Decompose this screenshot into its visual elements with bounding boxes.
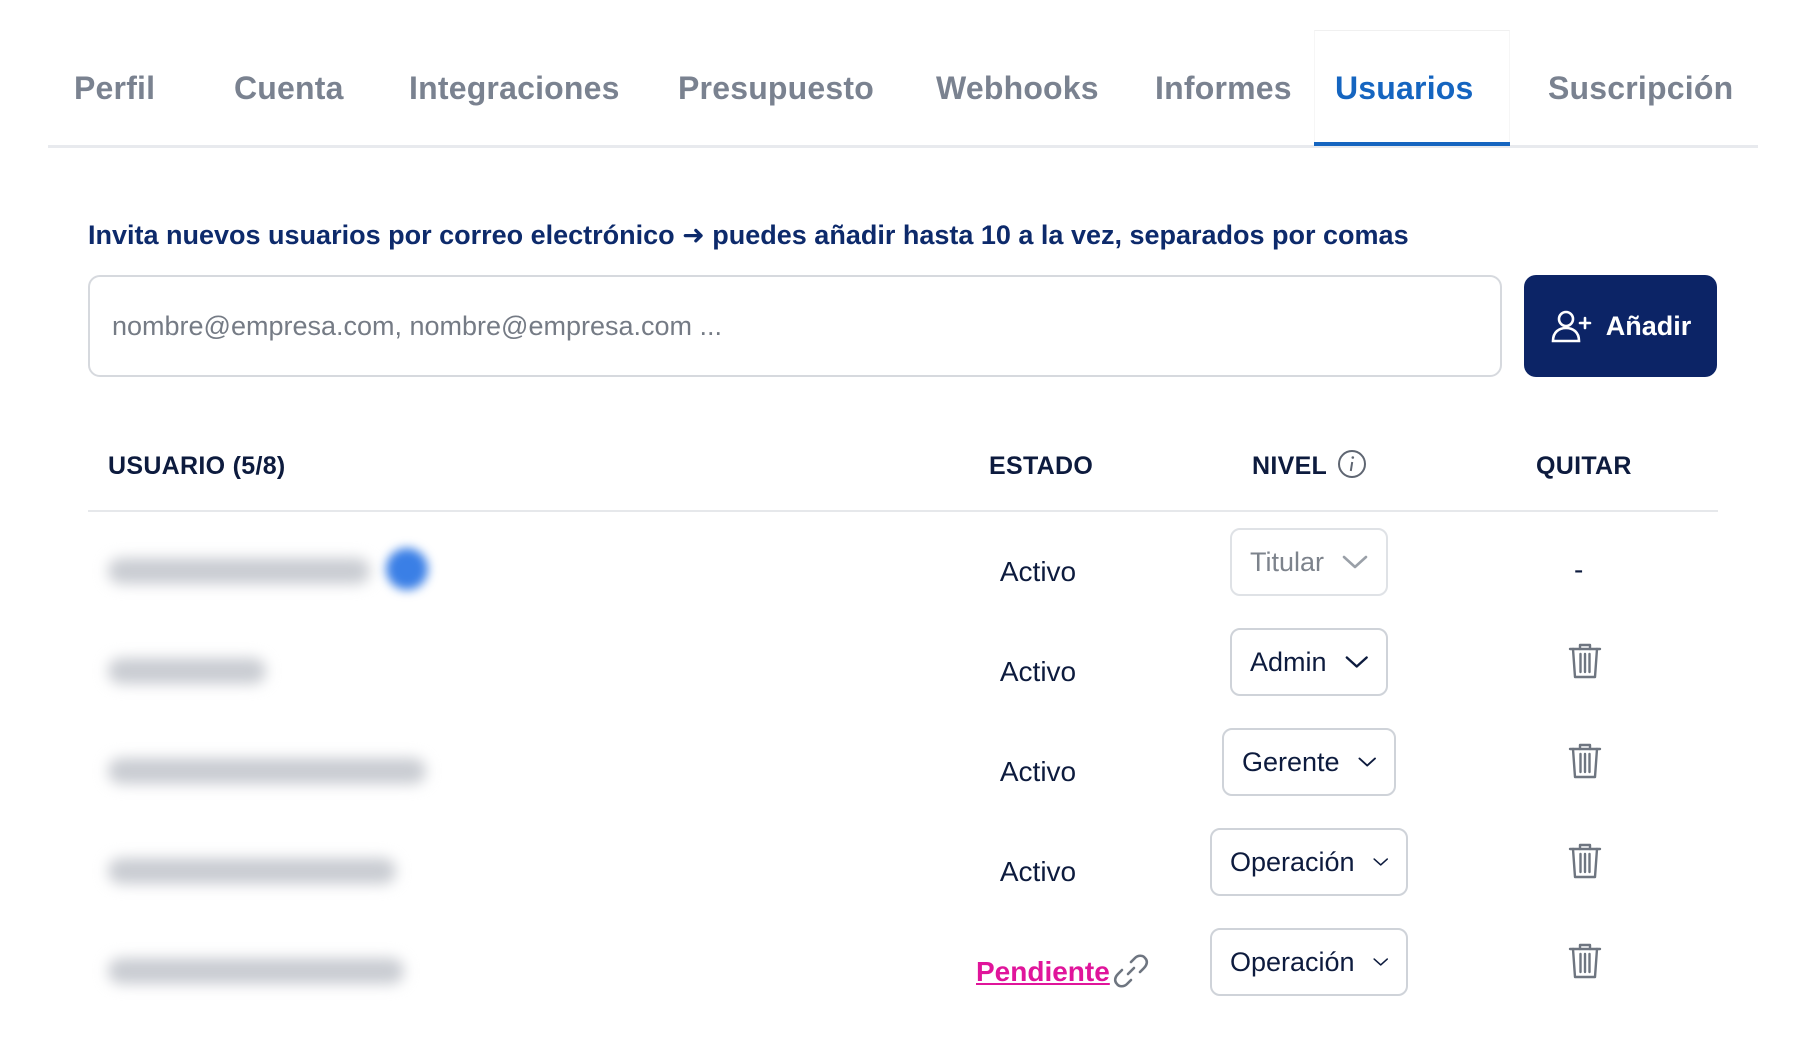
add-user-button[interactable]: Añadir bbox=[1524, 275, 1717, 377]
level-value: Operación bbox=[1230, 846, 1355, 877]
user-email-blurred bbox=[108, 658, 266, 684]
tab-usuarios[interactable]: Usuarios bbox=[1335, 70, 1474, 107]
chevron-down-icon bbox=[1345, 656, 1368, 668]
status-text: Activo bbox=[999, 556, 1077, 587]
level-value: Gerente bbox=[1242, 746, 1340, 777]
level-value: Titular bbox=[1250, 546, 1325, 577]
column-header-user: USUARIO (5/8) bbox=[108, 452, 286, 480]
user-plus-icon bbox=[1551, 310, 1592, 343]
tab-presupuesto[interactable]: Presupuesto bbox=[678, 70, 874, 107]
active-tab-indicator bbox=[1314, 142, 1510, 146]
tab-suscripcion[interactable]: Suscripción bbox=[1548, 70, 1733, 107]
chevron-down-icon bbox=[1372, 858, 1388, 866]
tab-webhooks[interactable]: Webhooks bbox=[936, 70, 1099, 107]
table-row: Pendiente Operación bbox=[88, 928, 1718, 1018]
level-value: Admin bbox=[1250, 646, 1327, 677]
table-row: Activo Admin bbox=[88, 628, 1718, 718]
level-value: Operación bbox=[1230, 946, 1355, 977]
table-row: Activo Gerente bbox=[88, 728, 1718, 818]
status-text: Activo bbox=[999, 756, 1077, 787]
table-row: Activo Operación bbox=[88, 828, 1718, 918]
status-pending-link[interactable]: Pendiente bbox=[976, 956, 1110, 988]
level-select: Titular bbox=[1230, 528, 1388, 596]
column-header-remove: QUITAR bbox=[1536, 452, 1632, 480]
trash-icon[interactable] bbox=[1568, 642, 1602, 680]
level-select[interactable]: Gerente bbox=[1222, 728, 1396, 796]
remove-unavailable: - bbox=[1574, 554, 1584, 585]
user-email-blurred bbox=[108, 858, 396, 884]
column-header-status: ESTADO bbox=[989, 452, 1094, 480]
chevron-down-icon bbox=[1342, 555, 1368, 569]
user-email-blurred bbox=[108, 958, 404, 984]
user-email-blurred bbox=[108, 558, 370, 584]
chevron-down-icon bbox=[1372, 958, 1388, 966]
trash-icon[interactable] bbox=[1568, 842, 1602, 880]
trash-icon[interactable] bbox=[1568, 942, 1602, 980]
column-header-level: NIVEL bbox=[1252, 452, 1328, 480]
user-avatar-blurred bbox=[386, 548, 428, 590]
status-text: Activo bbox=[999, 856, 1077, 887]
user-email-blurred bbox=[108, 758, 426, 784]
table-row: Activo Titular - bbox=[88, 528, 1718, 618]
chevron-down-icon bbox=[1358, 757, 1376, 767]
tab-perfil[interactable]: Perfil bbox=[74, 70, 155, 107]
status-text: Activo bbox=[999, 656, 1077, 687]
invite-instructions: Invita nuevos usuarios por correo electr… bbox=[88, 220, 1409, 250]
tab-informes[interactable]: Informes bbox=[1155, 70, 1292, 107]
tab-bar: Perfil Cuenta Integraciones Presupuesto … bbox=[48, 30, 1758, 148]
level-select[interactable]: Operación bbox=[1210, 828, 1408, 896]
tab-integraciones[interactable]: Integraciones bbox=[409, 70, 620, 107]
add-button-label: Añadir bbox=[1605, 310, 1692, 341]
info-icon[interactable] bbox=[1336, 448, 1368, 480]
invite-email-input[interactable] bbox=[88, 275, 1502, 377]
level-select[interactable]: Operación bbox=[1210, 928, 1408, 996]
link-icon[interactable] bbox=[1112, 952, 1150, 990]
level-select[interactable]: Admin bbox=[1230, 628, 1388, 696]
header-divider bbox=[88, 510, 1718, 512]
trash-icon[interactable] bbox=[1568, 742, 1602, 780]
tab-cuenta[interactable]: Cuenta bbox=[234, 70, 344, 107]
